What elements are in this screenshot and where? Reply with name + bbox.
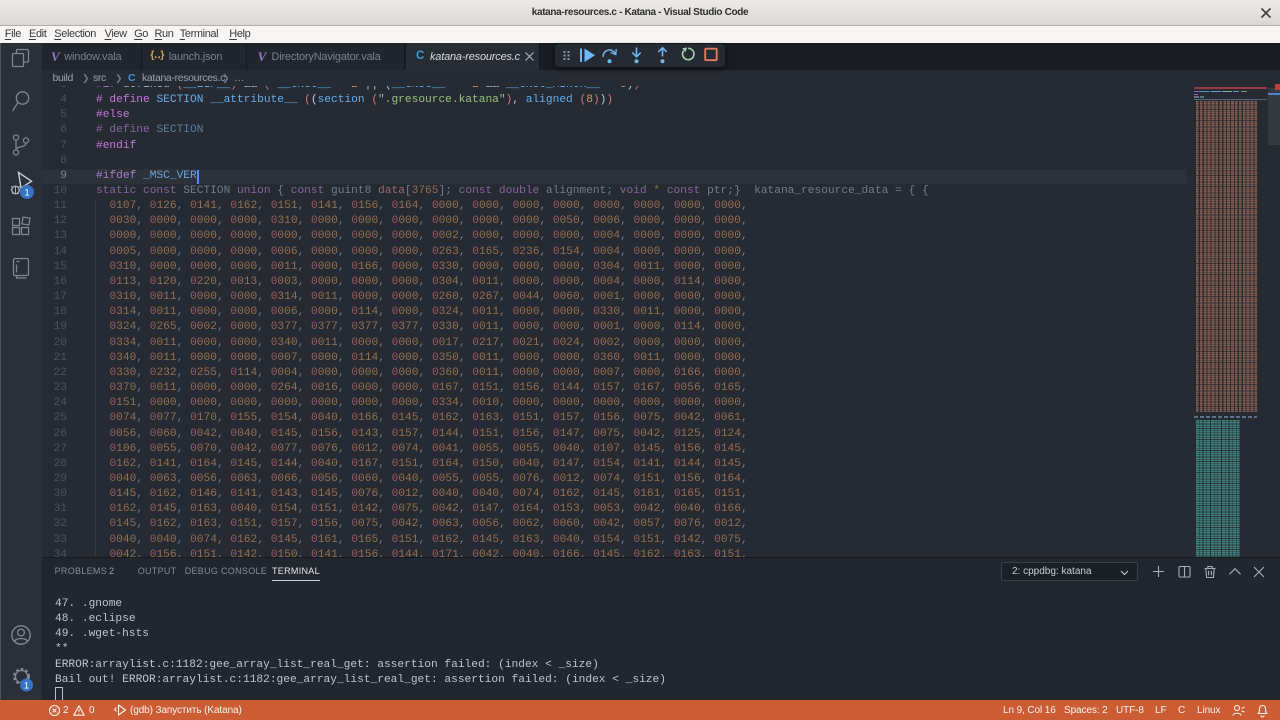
svg-text:1: 1 bbox=[24, 188, 29, 199]
svg-text:1: 1 bbox=[24, 680, 29, 690]
